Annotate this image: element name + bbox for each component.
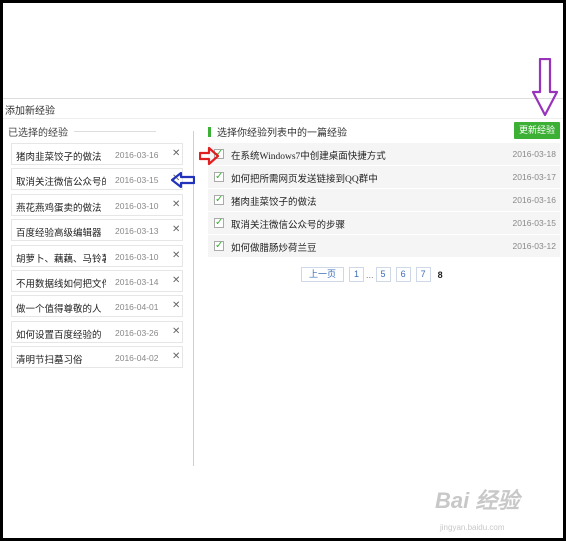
header-rule xyxy=(74,131,156,132)
screenshot-frame: 添加新经验 已选择的经验 猪肉韭菜饺子的做法 2016-03-16 ✕ 取消关注微信… xyxy=(3,3,563,538)
close-icon[interactable]: ✕ xyxy=(172,224,180,235)
purple-arrow-icon xyxy=(532,58,558,116)
checkbox[interactable]: ✓ xyxy=(214,171,224,182)
close-icon[interactable]: ✕ xyxy=(172,148,180,159)
close-icon[interactable]: ✕ xyxy=(172,250,180,261)
selected-header-label: 已选择的经验 xyxy=(8,128,68,139)
selected-item-date: 2016-03-10 xyxy=(115,251,159,262)
watermark-logo: Bai 经验 xyxy=(435,488,520,513)
close-icon[interactable]: ✕ xyxy=(172,300,180,311)
close-icon[interactable]: ✕ xyxy=(172,326,180,337)
selected-item[interactable]: 百度经验高级编辑器 2016-03-13 ✕ xyxy=(11,219,183,242)
red-arrow-icon xyxy=(199,146,219,166)
selected-item[interactable]: 做一个值得尊敬的人 2016-04-01 ✕ xyxy=(11,295,183,318)
selected-item-date: 2016-03-13 xyxy=(115,226,159,237)
experience-title: 如何做腊肠炒荷兰豆 xyxy=(231,244,317,254)
selected-item-date: 2016-04-02 xyxy=(115,353,159,364)
experience-date: 2016-03-15 xyxy=(512,218,556,228)
selected-item-date: 2016-03-10 xyxy=(115,200,159,211)
watermark-url: jingyan.baidu.com xyxy=(440,523,505,532)
selected-item[interactable]: 燕花燕鸡蛋卖的做法 2016-03-10 ✕ xyxy=(11,193,183,216)
experience-row[interactable]: ✓ 猪肉韭菜饺子的做法 2016-03-16 xyxy=(208,189,560,212)
selected-item[interactable]: 胡萝卜、藕藕、马铃薯 2016-03-10 ✕ xyxy=(11,244,183,267)
prev-page-link[interactable]: 上一页 xyxy=(301,267,345,282)
experience-row[interactable]: ✓ 在系统Windows7中创建桌面快捷方式 2016-03-18 xyxy=(208,143,560,166)
selected-item-title: 胡萝卜、藕藕、马铃薯 xyxy=(16,254,106,265)
selected-header: 已选择的经验 xyxy=(8,124,156,139)
checkbox[interactable]: ✓ xyxy=(214,240,224,251)
selected-item-date: 2016-04-01 xyxy=(115,302,159,313)
selected-item-title: 如何设置百度经验的 xyxy=(16,330,102,341)
close-icon[interactable]: ✕ xyxy=(172,199,180,210)
pagination: 上一页 1 ... 5 6 7 8 xyxy=(301,267,443,282)
experience-title: 在系统Windows7中创建桌面快捷方式 xyxy=(231,152,386,162)
selected-list: 猪肉韭菜饺子的做法 2016-03-16 ✕ 取消关注微信公众号的步骤 2016-03… xyxy=(11,143,183,372)
divider xyxy=(3,98,563,99)
selected-item-date: 2016-03-15 xyxy=(115,175,159,186)
selected-item[interactable]: 清明节扫墓习俗 2016-04-02 ✕ xyxy=(11,346,183,369)
checkbox[interactable]: ✓ xyxy=(214,217,224,228)
accent-bar xyxy=(208,126,211,137)
selected-item[interactable]: 取消关注微信公众号的步骤2016-03-15✕ xyxy=(11,168,183,191)
selected-item-title: 不用数据线如何把文件 xyxy=(16,279,106,290)
current-page: 8 xyxy=(437,269,443,280)
check-icon: ✓ xyxy=(215,240,224,251)
selected-item[interactable]: 如何设置百度经验的 2016-03-26 ✕ xyxy=(11,320,183,343)
experience-title: 猪肉韭菜饺子的做法 xyxy=(231,198,317,208)
selected-item-date: 2016-03-16 xyxy=(115,150,159,160)
experience-title: 如何把所需网页发送链接到QQ群中 xyxy=(231,175,378,185)
experience-date: 2016-03-16 xyxy=(512,195,556,205)
check-icon: ✓ xyxy=(215,217,224,228)
blue-arrow-icon xyxy=(171,172,195,188)
checkbox[interactable]: ✓ xyxy=(214,194,224,205)
page-link[interactable]: 7 xyxy=(415,267,431,282)
selected-item-title: 做一个值得尊敬的人 xyxy=(16,305,102,316)
panel-title: 添加新经验 xyxy=(5,106,55,117)
experience-list: ✓ 在系统Windows7中创建桌面快捷方式 2016-03-18 ✓ 如何把所需网页… xyxy=(208,143,560,258)
check-icon: ✓ xyxy=(215,171,224,182)
close-icon[interactable]: ✕ xyxy=(172,351,180,362)
page-link[interactable]: 5 xyxy=(375,267,391,282)
close-icon[interactable]: ✕ xyxy=(172,275,180,286)
experience-date: 2016-03-17 xyxy=(512,172,556,182)
selected-item[interactable]: 猪肉韭菜饺子的做法 2016-03-16 ✕ xyxy=(11,143,183,165)
selected-item-title: 猪肉韭菜饺子的做法 xyxy=(16,153,102,163)
selected-item-title: 燕花燕鸡蛋卖的做法 xyxy=(16,203,102,214)
page-link[interactable]: 6 xyxy=(395,267,411,282)
selected-item-date: 2016-03-26 xyxy=(115,327,159,338)
experience-row[interactable]: ✓ 如何把所需网页发送链接到QQ群中 2016-03-17 xyxy=(208,166,560,189)
update-experience-button[interactable]: 更新经验 xyxy=(514,122,560,139)
page-link[interactable]: 1 xyxy=(349,267,365,282)
selected-experience-panel: 已选择的经验 猪肉韭菜饺子的做法 2016-03-16 ✕ 取消关注微信公众号的步骤… xyxy=(5,121,191,393)
selected-item-title: 百度经验高级编辑器 xyxy=(16,229,102,240)
experience-date: 2016-03-18 xyxy=(512,149,556,159)
experience-title: 取消关注微信公众号的步骤 xyxy=(231,221,346,231)
check-icon: ✓ xyxy=(215,194,224,205)
divider xyxy=(3,118,563,119)
selected-item-title: 取消关注微信公众号的步骤 xyxy=(16,178,106,189)
experience-list-header: 选择你经验列表中的一篇经验 xyxy=(208,124,347,139)
experience-date: 2016-03-12 xyxy=(512,241,556,251)
selected-item[interactable]: 不用数据线如何把文件 2016-03-14 ✕ xyxy=(11,269,183,292)
experience-row[interactable]: ✓ 如何做腊肠炒荷兰豆 2016-03-12 xyxy=(208,235,560,258)
experience-row[interactable]: ✓ 取消关注微信公众号的步骤 2016-03-15 xyxy=(208,212,560,235)
experience-list-title: 选择你经验列表中的一篇经验 xyxy=(217,128,347,139)
page-ellipsis: ... xyxy=(366,269,374,280)
selected-item-date: 2016-03-14 xyxy=(115,276,159,287)
selected-item-title: 清明节扫墓习俗 xyxy=(16,356,83,367)
watermark: Bai 经验 jingyan.baidu.com xyxy=(435,483,520,532)
